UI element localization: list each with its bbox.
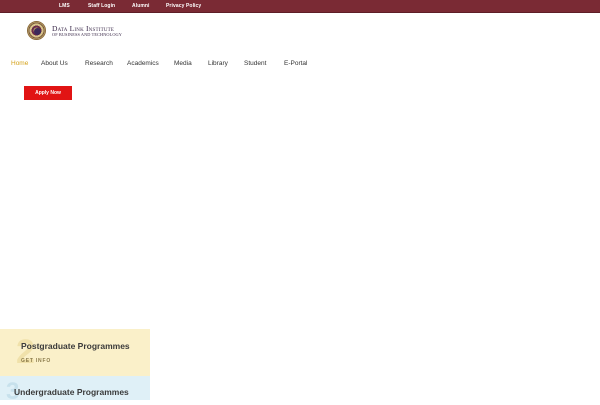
nav-item-home[interactable]: Home [11, 60, 28, 67]
nav-item-e-portal[interactable]: E-Portal [284, 60, 307, 67]
postgraduate-programmes-card[interactable]: 2 Postgraduate Programmes GET INFO [0, 329, 150, 376]
card-title: Undergraduate Programmes [14, 387, 129, 397]
nav-item-about-us[interactable]: About Us [41, 60, 68, 67]
nav-item-research[interactable]: Research [85, 60, 113, 67]
apply-now-button[interactable]: Apply Now [24, 86, 72, 100]
nav-item-academics[interactable]: Academics [127, 60, 159, 67]
nav-item-media[interactable]: Media [174, 60, 192, 67]
nav-item-student[interactable]: Student [244, 60, 266, 67]
site-logo[interactable]: Data Link Institute of Business and Tech… [27, 21, 137, 41]
topbar-link-staff-login[interactable]: Staff Login [88, 3, 115, 9]
logo-subtitle: of Business and Technology [52, 32, 122, 37]
top-utility-bar: LMS Staff Login Alumni Privacy Policy [0, 0, 600, 13]
institute-seal-icon [27, 21, 46, 40]
topbar-link-alumni[interactable]: Alumni [132, 3, 150, 9]
undergraduate-programmes-card[interactable]: 3 Undergraduate Programmes [0, 376, 150, 404]
card-title: Postgraduate Programmes [21, 341, 130, 351]
get-info-link[interactable]: GET INFO [21, 358, 51, 364]
nav-item-library[interactable]: Library [208, 60, 228, 67]
topbar-link-privacy-policy[interactable]: Privacy Policy [166, 3, 201, 9]
topbar-link-lms[interactable]: LMS [59, 3, 70, 9]
